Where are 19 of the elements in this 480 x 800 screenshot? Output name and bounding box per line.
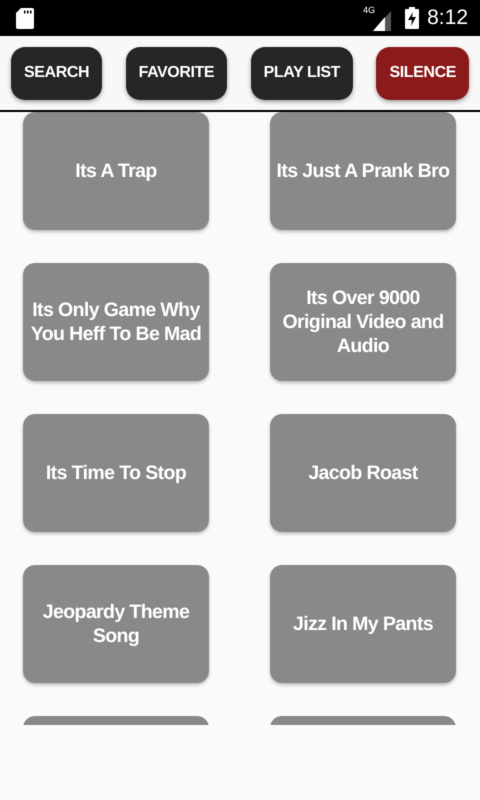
toolbar-button[interactable]: FAVORITE [126,46,228,100]
sound-button[interactable]: Its Only Game Why You Heff To Be Mad [23,263,209,381]
signal-icon [373,11,392,31]
sound-button[interactable]: Jizz In My Pants [270,565,456,683]
toolbar-button[interactable]: SEARCH [11,46,102,100]
sound-button[interactable]: Its Over 9000 Original Video and Audio [270,263,456,381]
sound-button[interactable]: Its Just A Prank Bro [270,112,456,230]
sound-button[interactable]: Jacob Roast [270,414,456,532]
sound-button[interactable]: Its Time To Stop [23,414,209,532]
sound-button[interactable]: Jeopardy Theme Song [23,565,209,683]
sound-tile[interactable] [270,716,456,725]
toolbar-button[interactable]: PLAY LIST [250,46,354,100]
sd-card-icon [16,8,34,28]
sound-tile[interactable] [23,716,209,725]
network-label: 4G [363,6,376,15]
toolbar-button[interactable]: SILENCE [376,46,469,100]
clock-time: 8:12 [427,5,468,32]
battery-charging-icon [405,7,420,29]
sound-button[interactable]: Its A Trap [23,112,209,230]
